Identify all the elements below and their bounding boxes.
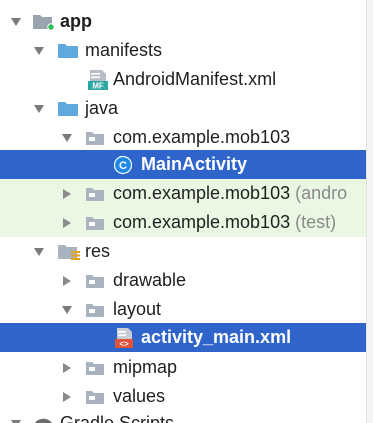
chevron-down-icon[interactable] [32,245,46,259]
project-tree: app manifests MF AndroidManifest.xml jav… [0,0,373,423]
tree-item-mipmap[interactable]: mipmap [0,353,373,382]
tree-item-label: MainActivity [141,154,248,174]
class-badge-text: C [119,160,127,172]
tree-item-package-test[interactable]: com.example.mob103 (test) [0,208,373,237]
panel-scroll-gutter [366,0,373,423]
resource-folder-icon [57,242,81,262]
chevron-down-icon[interactable] [60,131,74,145]
tree-item-label: Gradle Scripts [60,413,175,423]
manifest-badge-text: MF [92,81,104,90]
chevron-down-icon[interactable] [32,102,46,116]
chevron-down-icon[interactable] [60,303,74,317]
tree-item-label: manifests [85,40,163,60]
folder-icon [85,360,105,376]
package-icon [85,186,105,202]
tree-item-app[interactable]: app [0,7,373,36]
tree-item-values[interactable]: values [0,382,373,411]
tree-item-package-main[interactable]: com.example.mob103 [0,123,373,152]
tree-item-label: res [85,241,111,261]
folder-icon [85,302,105,318]
manifest-file-icon: MF [87,69,109,91]
tree-item-label: activity_main.xml [141,327,292,347]
tree-item-androidmanifest[interactable]: MF AndroidManifest.xml [0,65,373,94]
layout-file-icon: <> [113,327,135,349]
tree-item-label: java [85,98,119,118]
chevron-down-icon[interactable] [9,417,23,423]
tree-item-mainactivity[interactable]: C MainActivity [0,150,373,179]
module-folder-icon [32,13,56,31]
package-icon [85,215,105,231]
tree-item-label: com.example.mob103 [113,127,291,147]
chevron-right-icon[interactable] [60,361,74,375]
tree-item-java[interactable]: java [0,94,373,123]
tree-item-label: layout [113,299,162,319]
chevron-right-icon[interactable] [60,390,74,404]
folder-icon [85,389,105,405]
chevron-down-icon[interactable] [32,44,46,58]
tree-item-package-androidtest[interactable]: com.example.mob103 (andro [0,179,373,208]
chevron-right-icon[interactable] [60,216,74,230]
chevron-right-icon[interactable] [60,187,74,201]
tree-item-activity-main-xml[interactable]: <> activity_main.xml [0,323,373,352]
tree-item-label-text: com.example.mob103 [113,212,291,232]
tree-item-label: values [113,386,166,406]
tree-item-gradle-scripts[interactable]: Gradle Scripts [0,409,373,423]
class-icon: C [113,155,133,175]
chevron-down-icon[interactable] [9,15,23,29]
chevron-right-icon[interactable] [60,274,74,288]
folder-icon [57,42,79,59]
tree-item-label: com.example.mob103 (andro [113,179,347,208]
tree-item-label: mipmap [113,357,178,377]
package-icon [85,130,105,146]
tree-item-label: AndroidManifest.xml [113,69,277,89]
source-folder-icon [57,100,79,117]
tree-item-layout[interactable]: layout [0,295,373,324]
folder-icon [85,273,105,289]
tree-item-label-text: com.example.mob103 [113,183,291,203]
tree-item-res[interactable]: res [0,237,373,266]
tree-item-label: com.example.mob103 (test) [113,208,336,237]
tree-item-label: drawable [113,270,187,290]
tree-item-suffix: (andro [295,183,348,203]
layout-badge-text: <> [119,339,129,348]
tree-item-drawable[interactable]: drawable [0,266,373,295]
tree-item-suffix: (test) [295,212,337,232]
gradle-icon [32,415,56,423]
tree-item-label: app [60,11,93,31]
tree-item-manifests[interactable]: manifests [0,36,373,65]
